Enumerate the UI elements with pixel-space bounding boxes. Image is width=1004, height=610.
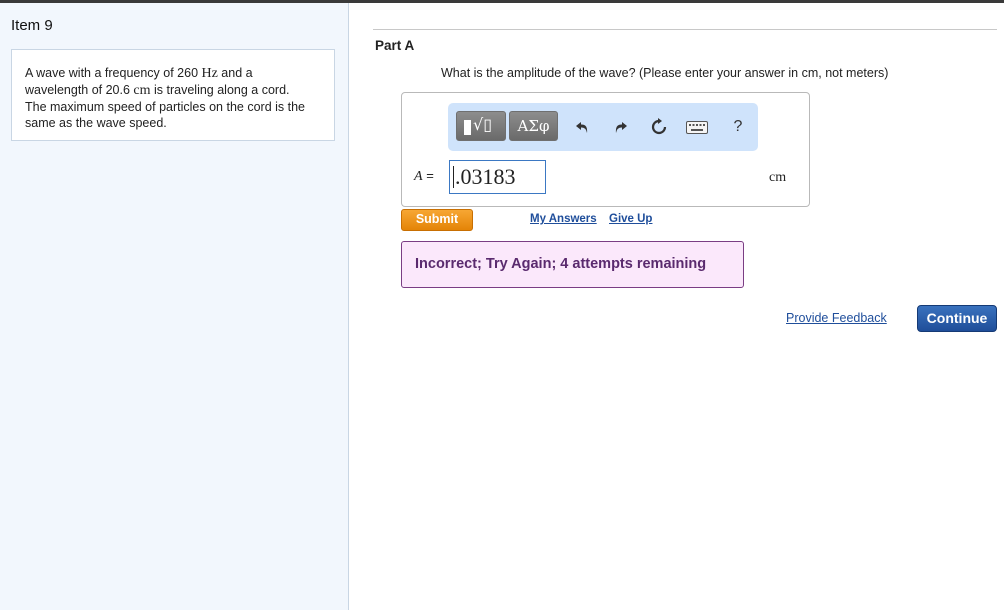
answer-variable-label: A = [414,168,434,184]
feedback-message: Incorrect; Try Again; 4 attempts remaini… [401,241,744,288]
answer-value: .03183 [455,164,516,189]
answer-panel: √▯ ΑΣφ ? A = .03183 cm [401,92,810,207]
answer-units: cm [769,170,787,185]
problem-statement: A wave with a frequency of 260 Hz and a … [11,49,335,141]
item-title: Item 9 [11,17,53,34]
math-toolbar: √▯ ΑΣφ ? [448,103,758,151]
answer-input[interactable]: .03183 [449,160,546,194]
template-icon[interactable]: √▯ [456,111,506,141]
help-icon[interactable]: ? [727,116,749,138]
problem-line-2: wavelength of 20.6 cm is traveling along… [25,83,290,98]
part-divider [373,29,997,30]
give-up-link[interactable]: Give Up [609,213,652,225]
redo-icon[interactable] [609,116,631,138]
keyboard-icon[interactable] [686,116,708,138]
problem-line-3: The maximum speed of particles on the co… [25,100,305,114]
item-sidebar: Item 9 A wave with a frequency of 260 Hz… [0,3,349,610]
provide-feedback-link[interactable]: Provide Feedback [786,311,887,325]
question-text: What is the amplitude of the wave? (Plea… [441,66,889,80]
part-title: Part A [375,38,415,53]
continue-button[interactable]: Continue [917,305,997,332]
submit-button[interactable]: Submit [401,209,473,231]
undo-icon[interactable] [572,116,594,138]
problem-line-1: A wave with a frequency of 260 Hz and a [25,66,253,81]
reset-icon[interactable] [648,116,670,138]
my-answers-link[interactable]: My Answers [530,213,597,225]
unit-cm: cm [133,83,151,98]
unit-hz: Hz [201,66,218,81]
problem-line-4: same as the wave speed. [25,116,167,130]
greek-symbols-button[interactable]: ΑΣφ [509,111,558,141]
